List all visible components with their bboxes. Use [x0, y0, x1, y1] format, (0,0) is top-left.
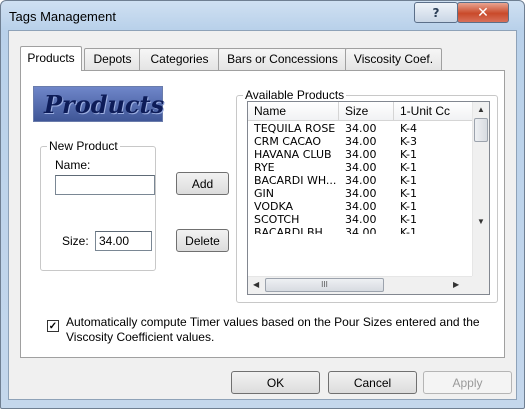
list-item[interactable]: BACARDI BH 34.00 K-1 — [248, 226, 472, 234]
cell-name: BACARDI BH — [254, 226, 323, 234]
cell-unit: K-1 — [400, 174, 418, 187]
vertical-scrollbar[interactable]: ▲ ▼ — [472, 102, 489, 276]
cell-size: 34.00 — [345, 161, 377, 174]
column-header-size[interactable]: Size — [339, 102, 394, 120]
help-button[interactable]: ? — [414, 2, 458, 23]
list-item[interactable]: CRM CACAO 34.00 K-3 — [248, 135, 472, 148]
size-input[interactable] — [95, 231, 152, 251]
list-item[interactable]: HAVANA CLUB 34.00 K-1 — [248, 148, 472, 161]
ok-button[interactable]: OK — [231, 371, 320, 394]
cell-name: GIN — [254, 187, 274, 200]
available-products-legend: Available Products — [245, 88, 345, 102]
tab-bars-or-concessions[interactable]: Bars or Concessions — [218, 48, 347, 70]
cell-name: CRM CACAO — [254, 135, 321, 148]
tab-label: Bars or Concessions — [227, 52, 338, 66]
name-input[interactable] — [55, 175, 155, 195]
title-bar[interactable]: Tags Management ? ✕ — [1, 1, 524, 31]
checkmark-icon: ✓ — [48, 321, 58, 332]
auto-compute-checkbox[interactable]: ✓ — [47, 320, 59, 332]
close-icon: ✕ — [477, 4, 489, 21]
apply-button[interactable]: Apply — [423, 371, 512, 394]
tab-label: Depots — [93, 52, 132, 66]
scroll-up-icon[interactable]: ▲ — [477, 105, 485, 114]
tab-products[interactable]: Products — [20, 46, 82, 71]
cell-name: VODKA — [254, 200, 294, 213]
cell-unit: K-1 — [400, 187, 418, 200]
list-item[interactable]: VODKA 34.00 K-1 — [248, 200, 472, 213]
scroll-down-icon[interactable]: ▼ — [477, 217, 485, 226]
cell-size: 34.00 — [345, 122, 377, 135]
grip-icon: III — [321, 280, 328, 289]
cell-unit: K-1 — [400, 161, 418, 174]
delete-button[interactable]: Delete — [176, 229, 229, 252]
list-header: Name Size 1-Unit Cc — [248, 102, 472, 121]
horizontal-scrollbar[interactable]: ◀ III ▶ — [248, 276, 472, 294]
cell-name: SCOTCH — [254, 213, 300, 226]
cell-size: 34.00 — [345, 174, 377, 187]
help-icon: ? — [432, 5, 440, 20]
products-banner-text: Products — [44, 90, 165, 119]
products-banner: Products — [33, 86, 165, 122]
tab-depots[interactable]: Depots — [84, 48, 141, 70]
cell-name: RYE — [254, 161, 275, 174]
scroll-left-icon[interactable]: ◀ — [253, 280, 259, 289]
column-header-unit[interactable]: 1-Unit Cc — [394, 102, 472, 120]
cell-name: HAVANA CLUB — [254, 148, 332, 161]
tab-label: Products — [27, 51, 75, 65]
cell-unit: K-1 — [400, 200, 418, 213]
tab-label: Viscosity Coef. — [353, 52, 434, 66]
cell-unit: K-3 — [400, 135, 418, 148]
tab-categories[interactable]: Categories — [139, 48, 220, 70]
name-label: Name: — [55, 158, 91, 172]
cell-size: 34.00 — [345, 213, 377, 226]
cell-size: 34.00 — [345, 226, 377, 234]
cell-name: BACARDI WH... — [254, 174, 337, 187]
add-button[interactable]: Add — [176, 172, 229, 195]
tab-viscosity-coef[interactable]: Viscosity Coef. — [345, 48, 442, 70]
cell-unit: K-1 — [400, 213, 418, 226]
cell-unit: K-1 — [400, 226, 418, 234]
column-header-name[interactable]: Name — [248, 102, 339, 120]
cell-size: 34.00 — [345, 135, 377, 148]
list-item[interactable]: BACARDI WH... 34.00 K-1 — [248, 174, 472, 187]
scroll-right-icon[interactable]: ▶ — [453, 280, 459, 289]
list-item[interactable]: RYE 34.00 K-1 — [248, 161, 472, 174]
cell-unit: K-4 — [400, 122, 418, 135]
auto-compute-label[interactable]: Automatically compute Timer values based… — [66, 315, 496, 345]
new-product-legend: New Product — [49, 139, 118, 153]
list-item[interactable]: TEQUILA ROSE 34.00 K-4 — [248, 122, 472, 135]
cell-name: TEQUILA ROSE — [254, 122, 336, 135]
window-title: Tags Management — [9, 9, 116, 24]
scroll-corner — [472, 276, 489, 294]
available-products-list[interactable]: Name Size 1-Unit Cc TEQUILA ROSE 34.00 K… — [247, 101, 490, 295]
list-item[interactable]: GIN 34.00 K-1 — [248, 187, 472, 200]
close-button[interactable]: ✕ — [457, 2, 509, 23]
cell-unit: K-1 — [400, 148, 418, 161]
vertical-scroll-thumb[interactable] — [474, 118, 488, 142]
cancel-button[interactable]: Cancel — [328, 371, 417, 394]
horizontal-scroll-thumb[interactable]: III — [265, 278, 384, 292]
cell-size: 34.00 — [345, 187, 377, 200]
size-label: Size: — [62, 234, 89, 248]
tab-label: Categories — [150, 52, 209, 66]
cell-size: 34.00 — [345, 148, 377, 161]
cell-size: 34.00 — [345, 200, 377, 213]
list-item[interactable]: SCOTCH 34.00 K-1 — [248, 213, 472, 226]
